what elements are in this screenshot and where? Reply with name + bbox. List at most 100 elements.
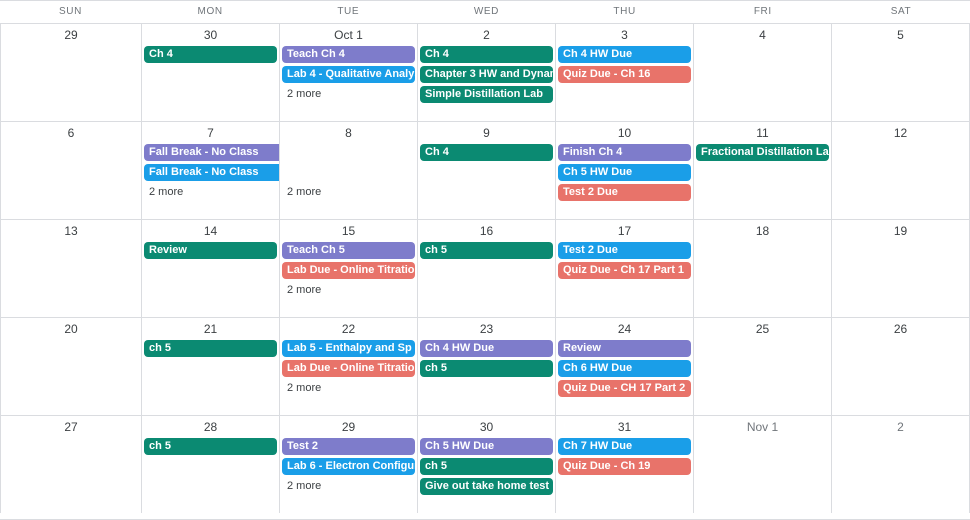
day-number[interactable]: 9 [418,122,555,144]
more-events-link[interactable]: 2 more [282,184,415,201]
event-chip[interactable]: Ch 4 [420,46,553,63]
more-events-link[interactable]: 2 more [144,184,277,201]
event-chip[interactable]: Ch 5 HW Due [558,164,691,181]
day-number[interactable]: 30 [418,416,555,438]
event-chip[interactable]: Simple Distillation Lab [420,86,553,103]
event-chip[interactable]: Ch 7 HW Due [558,438,691,455]
more-events-link[interactable]: 2 more [282,86,415,103]
event-chip[interactable]: Quiz Due - Ch 19 [558,458,691,475]
event-chip[interactable]: Review [144,242,277,259]
day-number[interactable]: 2 [418,24,555,46]
event-chip[interactable]: Fall Break - No Class [144,144,279,161]
day-number[interactable]: 31 [556,416,693,438]
day-cell[interactable]: 16 ch 5 [417,220,555,317]
event-chip[interactable]: Teach Ch 5 [282,242,415,259]
day-number[interactable]: Nov 1 [694,416,831,438]
event-chip[interactable]: Test 2 Due [558,242,691,259]
event-chip[interactable]: Teach Ch 4 [282,46,415,63]
event-chip[interactable]: ch 5 [420,242,553,259]
day-number[interactable]: 12 [832,122,969,144]
event-chip[interactable]: Quiz Due - Ch 17 Part 1 [558,262,691,279]
day-cell[interactable]: 11 Fractional Distillation Lab [693,122,831,219]
event-chip[interactable]: Test 2 Due [558,184,691,201]
event-chip[interactable]: Lab Due - Online Titration [282,360,415,377]
day-cell[interactable]: 15 Teach Ch 5 Lab Due - Online Titration 2 … [279,220,417,317]
event-chip[interactable]: Chapter 3 HW and Dynamic Study [420,66,553,83]
day-number[interactable]: 13 [1,220,141,242]
day-cell[interactable]: 4 [693,24,831,121]
day-number[interactable]: 6 [1,122,141,144]
day-number[interactable]: 26 [832,318,969,340]
event-chip[interactable]: Review [558,340,691,357]
day-cell[interactable]: 29Test 2 Lab 6 - Electron Configuration 2 … [279,416,417,513]
event-chip[interactable]: Quiz Due - Ch 16 [558,66,691,83]
day-cell[interactable]: 24 Review Ch 6 HW Due Quiz Due - CH 17 Part… [555,318,693,415]
day-number[interactable]: 15 [280,220,417,242]
day-number[interactable]: 10 [556,122,693,144]
day-cell[interactable]: 9 Ch 4 [417,122,555,219]
day-number[interactable]: 22 [280,318,417,340]
day-cell[interactable]: 10 Finish Ch 4 Ch 5 HW Due Test 2 Due [555,122,693,219]
day-cell[interactable]: Oct 1 Teach Ch 4 Lab 4 - Qualitative Analy… [279,24,417,121]
day-number[interactable]: 16 [418,220,555,242]
more-events-link[interactable]: 2 more [282,380,415,397]
day-number[interactable]: 18 [694,220,831,242]
day-cell[interactable]: 25 [693,318,831,415]
event-chip[interactable]: Lab Due - Online Titration [282,262,415,279]
event-chip[interactable]: Fall Break - No Class [144,164,279,181]
event-chip[interactable]: Lab 6 - Electron Configuration [282,458,415,475]
day-number[interactable]: 28 [142,416,279,438]
event-chip[interactable]: Give out take home test [420,478,553,495]
day-cell[interactable]: 8 2 more [279,122,417,219]
day-cell[interactable]: 6 [0,122,141,219]
day-cell[interactable]: 28 ch 5 [141,416,279,513]
day-cell[interactable]: 23 Ch 4 HW Due ch 5 [417,318,555,415]
day-cell[interactable]: 7 Fall Break - No Class Fall Break - No Cl… [141,122,279,219]
event-chip[interactable]: Test 2 [282,438,415,455]
event-chip[interactable]: Ch 4 HW Due [558,46,691,63]
day-cell[interactable]: 13 [0,220,141,317]
event-chip[interactable]: Ch 4 [144,46,277,63]
day-cell[interactable]: 17 Test 2 Due Quiz Due - Ch 17 Part 1 [555,220,693,317]
day-cell[interactable]: Nov 1 [693,416,831,513]
day-number[interactable]: 24 [556,318,693,340]
day-cell[interactable]: 30 Ch 5 HW Due ch 5 Give out take home test [417,416,555,513]
event-chip[interactable]: Lab 4 - Qualitative Analysis [282,66,415,83]
day-number[interactable]: Oct 1 [280,24,417,46]
more-events-link[interactable]: 2 more [282,282,415,299]
event-chip[interactable]: ch 5 [420,360,553,377]
day-number[interactable]: 11 [694,122,831,144]
day-number[interactable]: 29 [1,24,141,46]
event-chip[interactable]: ch 5 [420,458,553,475]
day-cell[interactable]: 2Ch 4 Chapter 3 HW and Dynamic Study Simpl… [417,24,555,121]
day-cell[interactable]: 18 [693,220,831,317]
day-cell[interactable]: 26 [831,318,970,415]
event-chip[interactable]: Ch 6 HW Due [558,360,691,377]
event-chip[interactable]: ch 5 [144,438,277,455]
more-events-link[interactable]: 2 more [282,478,415,495]
day-number[interactable]: 2 [832,416,969,438]
event-chip[interactable]: Lab 5 - Enthalpy and Sp Heat [282,340,415,357]
day-number[interactable]: 30 [142,24,279,46]
day-number[interactable]: 7 [142,122,279,144]
event-chip[interactable]: Ch 4 [420,144,553,161]
day-cell[interactable]: 3 Ch 4 HW Due Quiz Due - Ch 16 [555,24,693,121]
day-number[interactable]: 19 [832,220,969,242]
event-chip[interactable]: Quiz Due - CH 17 Part 2 [558,380,691,397]
day-cell[interactable]: 31 Ch 7 HW Due Quiz Due - Ch 19 [555,416,693,513]
day-cell[interactable]: 19 [831,220,970,317]
day-number[interactable]: 17 [556,220,693,242]
day-number[interactable]: 29 [280,416,417,438]
day-cell[interactable]: 12 [831,122,970,219]
day-cell[interactable]: 5 [831,24,970,121]
day-number[interactable]: 5 [832,24,969,46]
day-cell[interactable]: 14 Review [141,220,279,317]
day-cell[interactable]: 27 [0,416,141,513]
day-cell[interactable]: 2 [831,416,970,513]
event-chip[interactable]: Ch 4 HW Due [420,340,553,357]
day-number[interactable]: 21 [142,318,279,340]
event-chip[interactable]: Ch 5 HW Due [420,438,553,455]
day-number[interactable]: 8 [280,122,417,144]
day-number[interactable]: 14 [142,220,279,242]
day-cell[interactable]: 22Lab 5 - Enthalpy and Sp Heat Lab Due - … [279,318,417,415]
